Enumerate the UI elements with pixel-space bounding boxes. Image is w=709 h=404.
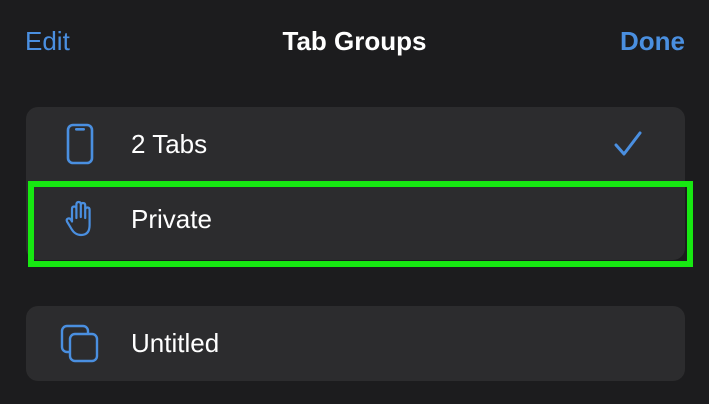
- checkmark-icon: [613, 129, 643, 159]
- square-on-square-icon: [58, 321, 102, 365]
- tab-group-label: Private: [131, 204, 212, 234]
- navigation-bar: Edit Tab Groups Done: [0, 0, 709, 84]
- tab-group-row-2-tabs[interactable]: 2 Tabs: [26, 107, 685, 182]
- tab-groups-list-secondary: Untitled: [26, 306, 685, 381]
- iphone-icon: [58, 122, 102, 166]
- hand-raised-icon: [58, 197, 102, 241]
- tab-group-label: Untitled: [131, 328, 220, 358]
- tab-group-label: 2 Tabs: [131, 129, 208, 159]
- tab-groups-list: 2 Tabs Private: [26, 107, 685, 260]
- done-button[interactable]: Done: [620, 24, 685, 58]
- tab-group-row-private[interactable]: Private: [26, 182, 685, 256]
- page-title: Tab Groups: [282, 26, 427, 56]
- tab-group-row-untitled[interactable]: Untitled: [26, 306, 685, 380]
